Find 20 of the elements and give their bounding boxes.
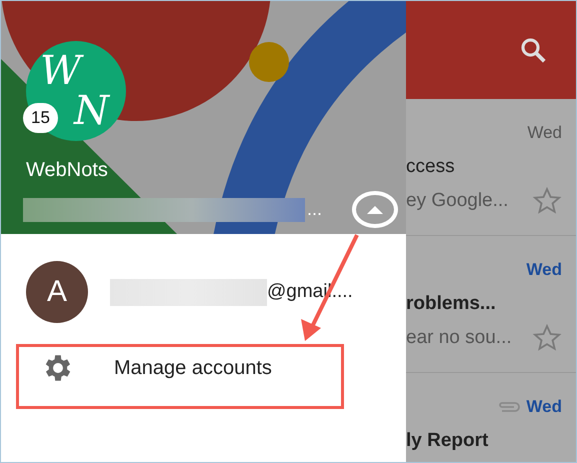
email-subject: ccess bbox=[406, 156, 456, 178]
account-email: ... bbox=[307, 199, 322, 220]
email-row[interactable]: Wed roblems... ear no sou... bbox=[406, 236, 576, 373]
email-snippet: ear no sou... bbox=[406, 327, 512, 349]
star-icon[interactable] bbox=[532, 186, 562, 216]
email-snippet: ey Google... bbox=[406, 190, 508, 212]
email-date: Wed bbox=[527, 123, 562, 143]
email-subject: roblems... bbox=[406, 293, 497, 315]
account-avatar[interactable]: A bbox=[26, 261, 88, 323]
account-switcher-button[interactable] bbox=[352, 191, 398, 228]
email-date: Wed bbox=[526, 397, 562, 417]
account-name: WebNots bbox=[26, 159, 108, 182]
email-row[interactable]: Wed ccess ey Google... bbox=[406, 99, 576, 236]
manage-accounts-item[interactable]: Manage accounts bbox=[41, 351, 406, 385]
star-icon[interactable] bbox=[532, 323, 562, 353]
email-subject: ly Report bbox=[406, 430, 490, 452]
email-row[interactable]: Wed ly Report bbox=[406, 373, 576, 462]
logo-letter: W bbox=[40, 51, 82, 91]
logo-letter: N bbox=[74, 91, 109, 131]
email-date: Wed bbox=[526, 260, 562, 280]
